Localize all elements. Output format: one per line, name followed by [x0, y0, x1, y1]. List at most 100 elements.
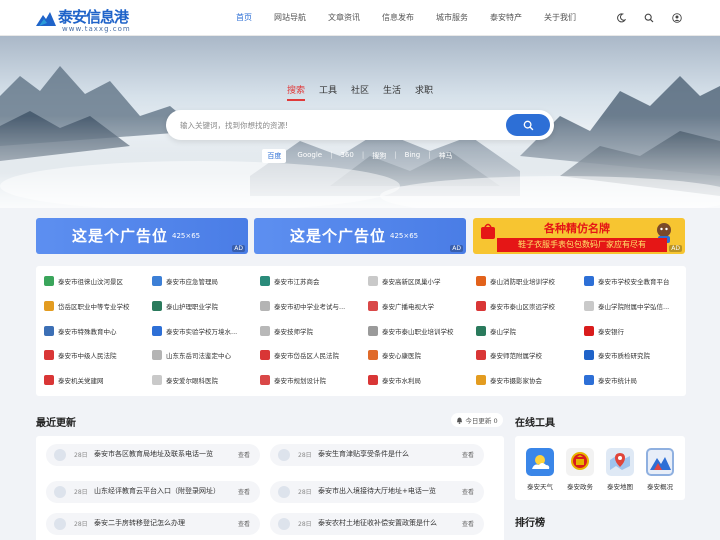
recent-update-row[interactable]: 28日 泰安农村土地征收补偿安置政策是什么 查看 [270, 513, 484, 535]
search-button[interactable] [506, 114, 550, 136]
site-favicon-icon [368, 301, 378, 311]
view-link[interactable]: 查看 [238, 450, 250, 459]
engine-360[interactable]: 360 [335, 149, 358, 163]
site-link[interactable]: 泰安市泰山职业培训学校 [368, 324, 472, 338]
site-link[interactable]: 泰安技师学院 [260, 324, 364, 338]
recent-update-row[interactable]: 28日 泰安市各区教育局地址及联系电话一览 查看 [46, 444, 260, 466]
tab-tools[interactable]: 工具 [319, 83, 337, 101]
site-link-label: 泰安市学校安全教育平台 [598, 278, 670, 286]
site-link[interactable]: 泰安市泰山区崇远学校 [476, 299, 580, 313]
ad-banner-promo[interactable]: 各种精仿名牌 鞋子衣服手表包包数码厂家应有尽有 AD [473, 218, 685, 254]
engine-shenma[interactable]: 神马 [434, 149, 458, 163]
tool-map[interactable]: 泰安地图 [605, 448, 635, 491]
recent-update-row[interactable]: 28日 山东经评教育云平台入口（附登录网址） 查看 [46, 481, 260, 503]
nav-site-directory[interactable]: 网站导航 [274, 0, 306, 36]
promo-subtitle: 鞋子衣服手表包包数码厂家应有尽有 [497, 238, 667, 252]
site-link[interactable]: 泰安市实验学校万境水... [152, 324, 256, 338]
site-link-label: 泰安机关党建网 [58, 377, 104, 385]
tab-community[interactable]: 社区 [351, 83, 369, 101]
view-link[interactable]: 查看 [238, 487, 250, 496]
view-link[interactable]: 查看 [238, 519, 250, 528]
site-link[interactable]: 泰安市徂徕山汶河景区 [44, 274, 148, 288]
nav-home[interactable]: 首页 [236, 0, 252, 36]
update-title[interactable]: 泰安市各区教育局地址及联系电话一览 [94, 449, 213, 459]
search-input[interactable] [180, 117, 500, 133]
site-link[interactable]: 泰安银行 [584, 324, 688, 338]
nav-articles[interactable]: 文章资讯 [328, 0, 360, 36]
recent-updates-title: 最近更新 [36, 418, 76, 429]
search-engine-selector: 百度 Google | 360 | 搜狗 | Bing | 神马 [0, 149, 720, 163]
site-link[interactable]: 泰安市中级人民法院 [44, 348, 148, 362]
recent-updates-list: 28日 泰安市各区教育局地址及联系电话一览 查看 28日 泰安生育津贴享受条件是什么 查看… [36, 436, 504, 540]
site-link[interactable]: 山东东岳司法鉴定中心 [152, 348, 256, 362]
update-title[interactable]: 山东经评教育云平台入口（附登录网址） [94, 486, 220, 496]
nav-about[interactable]: 关于我们 [544, 0, 576, 36]
recent-update-row[interactable]: 28日 泰安市出入境接待大厅地址+电话一览 查看 [270, 481, 484, 503]
site-favicon-icon [584, 326, 594, 336]
site-link-label: 泰山护理职业学院 [166, 303, 218, 311]
recent-update-row[interactable]: 28日 泰安二手房转移登记怎么办理 查看 [46, 513, 260, 535]
site-link[interactable]: 泰安机关党建网 [44, 373, 148, 387]
site-link[interactable]: 泰安高新区凤巢小学 [368, 274, 472, 288]
site-link[interactable]: 泰山学院 [476, 324, 580, 338]
nav-city-services[interactable]: 城市服务 [436, 0, 468, 36]
site-link[interactable]: 泰安市统计局 [584, 373, 688, 387]
site-link[interactable]: 岱岳区职业中等专业学校 [44, 299, 148, 313]
tab-jobs[interactable]: 求职 [415, 83, 433, 101]
site-favicon-icon [476, 350, 486, 360]
site-link[interactable]: 泰安市摄影家协会 [476, 373, 580, 387]
bell-icon [457, 416, 463, 424]
site-link-label: 山东东岳司法鉴定中心 [166, 352, 231, 360]
site-link[interactable]: 泰安市初中学业考试与... [260, 299, 364, 313]
nav-info-post[interactable]: 信息发布 [382, 0, 414, 36]
today-updates-badge: 今日更新 0 [451, 413, 503, 427]
search-icon[interactable] [642, 11, 656, 25]
map-icon [606, 448, 634, 476]
ad-banner-2[interactable]: 这是个广告位 425×65 AD [254, 218, 466, 254]
tab-life[interactable]: 生活 [383, 83, 401, 101]
engine-google[interactable]: Google [292, 149, 327, 163]
site-favicon-icon [368, 350, 378, 360]
site-link[interactable]: 泰安市质检研究院 [584, 348, 688, 362]
view-link[interactable]: 查看 [462, 519, 474, 528]
tool-weather[interactable]: 泰安天气 [525, 448, 555, 491]
site-favicon-icon [152, 375, 162, 385]
engine-bing[interactable]: Bing [400, 149, 426, 163]
moon-icon[interactable] [614, 11, 628, 25]
site-link[interactable]: 泰山护理职业学院 [152, 299, 256, 313]
site-link[interactable]: 泰安市特殊教育中心 [44, 324, 148, 338]
engine-baidu[interactable]: 百度 [262, 149, 287, 163]
tool-overview[interactable]: 泰安概况 [645, 448, 675, 491]
site-link-label: 泰安银行 [598, 328, 624, 336]
update-title[interactable]: 泰安生育津贴享受条件是什么 [318, 449, 409, 459]
view-link[interactable]: 查看 [462, 487, 474, 496]
site-link[interactable]: 泰安市学校安全教育平台 [584, 274, 688, 288]
user-icon[interactable] [670, 11, 684, 25]
site-link[interactable]: 泰安市岱岳区人民法院 [260, 348, 364, 362]
site-link[interactable]: 泰安师范附属学校 [476, 348, 580, 362]
site-link-label: 泰安广播电视大学 [382, 303, 434, 311]
site-link[interactable]: 泰安市江苏商会 [260, 274, 364, 288]
site-link[interactable]: 泰山消防职业培训学校 [476, 274, 580, 288]
site-logo[interactable]: 泰安信息港 www.taxxg.com [36, 5, 136, 33]
site-link[interactable]: 泰安市规划设计院 [260, 373, 364, 387]
site-favicon-icon [44, 276, 54, 286]
update-title[interactable]: 泰安二手房转移登记怎么办理 [94, 518, 185, 528]
tool-government[interactable]: 泰安政务 [565, 448, 595, 491]
site-link[interactable]: 泰安市应急管理局 [152, 274, 256, 288]
nav-specialties[interactable]: 泰安特产 [490, 0, 522, 36]
site-link[interactable]: 泰安市水利局 [368, 373, 472, 387]
ad-banner-1[interactable]: 这是个广告位 425×65 AD [36, 218, 248, 254]
engine-sogou[interactable]: 搜狗 [367, 149, 391, 163]
site-link[interactable]: 泰安心康医院 [368, 348, 472, 362]
update-title[interactable]: 泰安农村土地征收补偿安置政策是什么 [318, 518, 437, 528]
tab-search[interactable]: 搜索 [286, 83, 305, 101]
ad-banner-text: 这是个广告位 [72, 228, 169, 245]
recent-update-row[interactable]: 28日 泰安生育津贴享受条件是什么 查看 [270, 444, 484, 466]
tool-label: 泰安概况 [647, 483, 673, 491]
site-link[interactable]: 泰安爱尔眼科医院 [152, 373, 256, 387]
site-link[interactable]: 泰安广播电视大学 [368, 299, 472, 313]
site-link[interactable]: 泰山学院附属中学弘信... [584, 299, 688, 313]
update-title[interactable]: 泰安市出入境接待大厅地址+电话一览 [318, 486, 436, 496]
view-link[interactable]: 查看 [462, 450, 474, 459]
